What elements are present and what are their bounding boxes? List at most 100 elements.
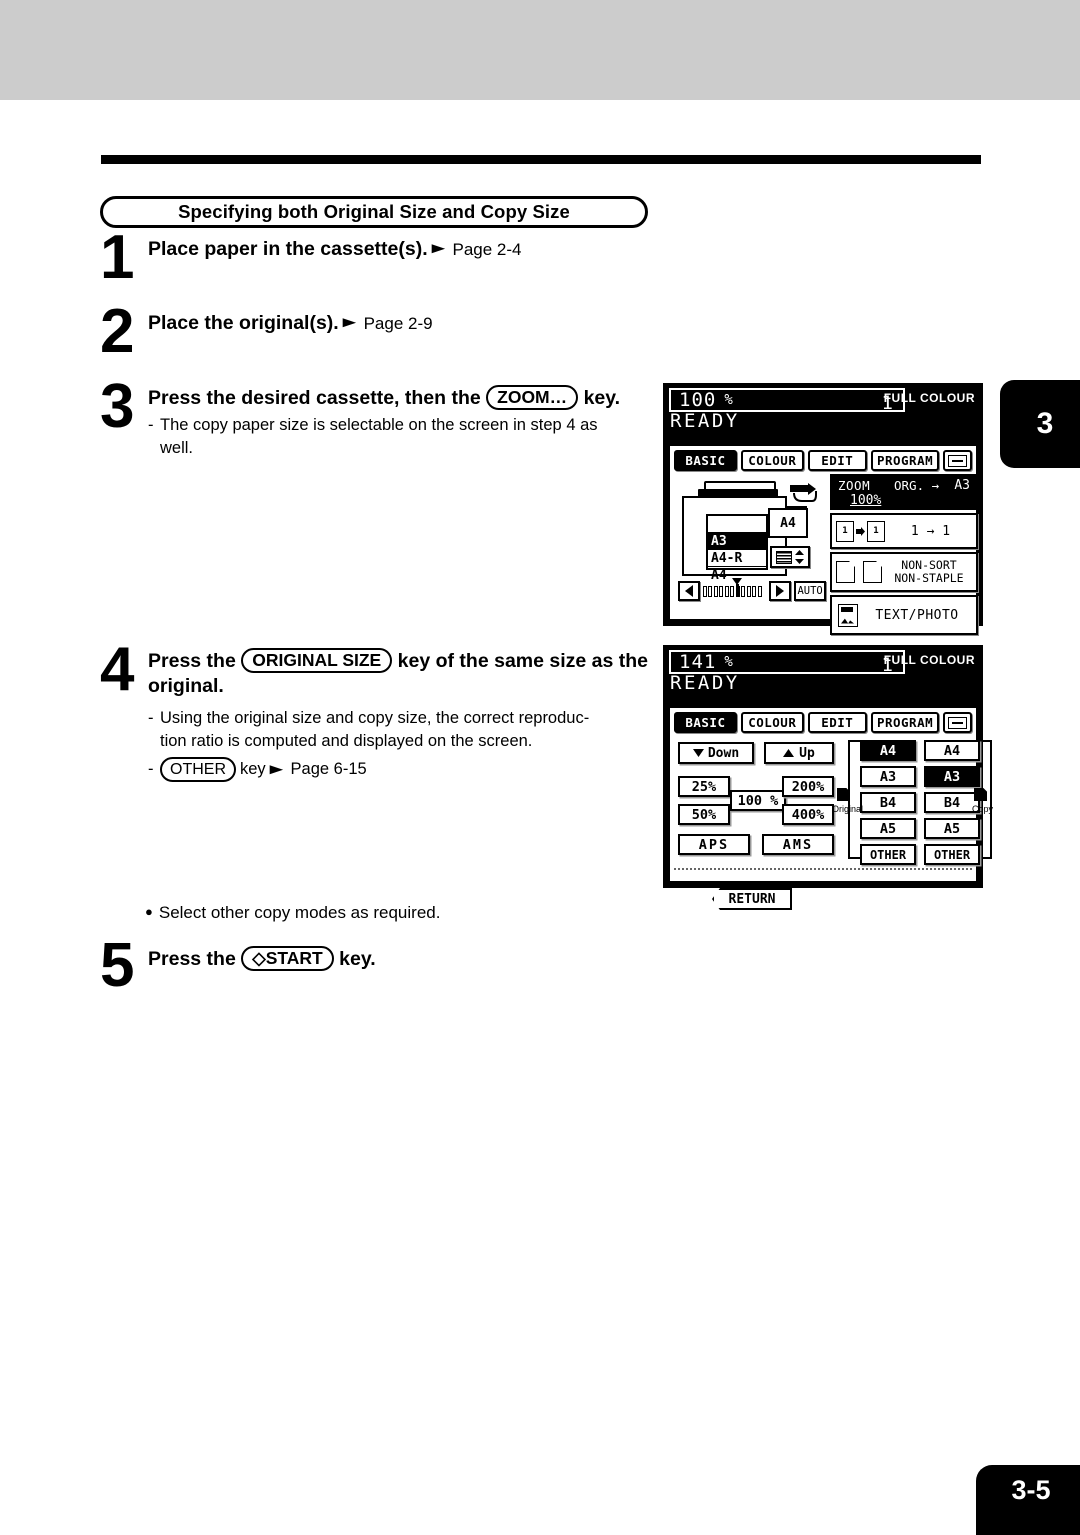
- lcd2-up-label: Up: [799, 745, 815, 761]
- page-top-band: [0, 0, 1080, 100]
- zoom-key[interactable]: ZOOM…: [486, 385, 579, 410]
- text-photo-icon: [838, 603, 858, 627]
- start-key-label: START: [265, 948, 323, 968]
- lcd1-cassette-a3[interactable]: A3: [708, 533, 766, 550]
- start-key[interactable]: ◇START: [241, 946, 334, 971]
- bullet-dot-icon: ●: [145, 904, 153, 919]
- step-4-note-line1: Using the original size and copy size, t…: [160, 709, 590, 727]
- original-sheet-icon: [837, 788, 850, 801]
- stack-lines-icon: [776, 550, 792, 564]
- lcd-screen-zoom: 141 % 1 FULL COLOUR READY BASIC COLOUR E…: [663, 645, 993, 910]
- lcd2-preset-400[interactable]: 400%: [782, 804, 834, 825]
- lcd1-cassette-a4r[interactable]: A4-R: [708, 550, 766, 567]
- lcd2-ratio-box: 141 % 1: [669, 650, 905, 676]
- lcd1-cassette-0[interactable]: [708, 516, 766, 533]
- step-3-note-line1: The copy paper size is selectable on the…: [160, 416, 598, 434]
- lcd1-tab-edit[interactable]: EDIT: [807, 450, 867, 471]
- lcd1-tab-colour[interactable]: COLOUR: [740, 450, 804, 471]
- lcd2-tab-program[interactable]: PROGRAM: [870, 712, 940, 733]
- lcd1-paper-source-area: A3 A4-R A4 A4 AUTO: [676, 476, 826, 616]
- lcd2-ratio-value: 141: [679, 651, 717, 673]
- lcd2-tab-colour[interactable]: COLOUR: [740, 712, 804, 733]
- step-3-note-line2: well.: [160, 439, 194, 457]
- lcd2-aps-button[interactable]: APS: [678, 834, 750, 855]
- start-key-glyph: ◇: [252, 948, 266, 968]
- step-2-title-text: Place the original(s).: [148, 312, 339, 334]
- lcd2-preset-200[interactable]: 200%: [782, 776, 834, 797]
- original-size-key[interactable]: ORIGINAL SIZE: [241, 648, 393, 673]
- lcd-screen-basic: 100 % 1 FULL COLOUR READY BASIC COLOUR E…: [663, 383, 983, 635]
- lcd2-original-a3[interactable]: A3: [860, 766, 916, 787]
- lcd1-paper-type-button[interactable]: [770, 546, 810, 568]
- lcd2-preset-25[interactable]: 25%: [678, 776, 730, 797]
- step-2-page-ref: Page 2-9: [363, 314, 433, 333]
- lcd2-copy-a4[interactable]: A4: [924, 740, 980, 761]
- lcd1-duplex-button[interactable]: 1 1 1 → 1: [830, 513, 978, 549]
- left-triangle-icon: [684, 585, 693, 597]
- lcd2-down-label: Down: [707, 745, 740, 761]
- step-3-title-after: key.: [583, 387, 621, 409]
- lcd2-original-label: Original: [832, 804, 864, 814]
- step-4-note2-word: key: [240, 760, 266, 778]
- lcd1-ratio-value: 100: [679, 389, 717, 411]
- lcd2-tab-settings-icon[interactable]: [943, 712, 973, 733]
- lcd1-tab-basic[interactable]: BASIC: [674, 450, 737, 471]
- lcd1-auto-density-button[interactable]: AUTO: [794, 581, 826, 601]
- right-triangle-icon: [776, 585, 785, 597]
- lcd2-down-button[interactable]: Down: [678, 742, 754, 764]
- step-4-number: 4: [100, 635, 135, 704]
- lcd2-original-b4[interactable]: B4: [860, 792, 916, 813]
- step-5-title-after: key.: [339, 948, 376, 970]
- lcd1-original-mode-button[interactable]: TEXT/PHOTO: [830, 595, 978, 635]
- step-1-number: 1: [100, 223, 135, 292]
- lcd1-body: BASIC COLOUR EDIT PROGRAM A3 A4-R A4 A4 …: [668, 444, 978, 635]
- other-key[interactable]: OTHER: [160, 757, 236, 782]
- lcd1-original-mode-label: TEXT/PHOTO: [875, 607, 959, 623]
- lcd1-tab-program[interactable]: PROGRAM: [870, 450, 940, 471]
- lcd2-original-a5[interactable]: A5: [860, 818, 916, 839]
- lcd2-copy-a3[interactable]: A3: [924, 766, 980, 787]
- step-5-title: Press the ◇START key.: [148, 946, 376, 972]
- lcd1-finishing-button[interactable]: NON-SORT NON-STAPLE: [830, 552, 978, 592]
- lcd2-preset-100[interactable]: 100 %: [730, 790, 786, 811]
- lcd1-zoom-button[interactable]: ZOOM ORG. → A3 100%: [830, 474, 978, 510]
- lcd2-copy-label: Copy: [972, 804, 994, 814]
- step-2-number: 2: [100, 297, 135, 366]
- lcd2-return-button[interactable]: RETURN: [712, 888, 792, 910]
- duplex-icons: 1 1: [836, 520, 889, 545]
- lcd2-body: BASIC COLOUR EDIT PROGRAM Down Up 25% 50…: [668, 706, 993, 910]
- header-rule: [101, 155, 981, 164]
- lcd1-duplex-label: 1 → 1: [910, 523, 951, 539]
- density-lighter-button[interactable]: [678, 581, 700, 601]
- bullet-dash: -: [148, 416, 154, 434]
- lcd2-copy-a5[interactable]: A5: [924, 818, 980, 839]
- lcd2-original-other[interactable]: OTHER: [860, 844, 916, 865]
- up-triangle-icon: [783, 749, 795, 757]
- lcd2-copy-other[interactable]: OTHER: [924, 844, 980, 865]
- pointer-arrow-icon: ►: [426, 240, 450, 257]
- step-3-number: 3: [100, 372, 135, 441]
- panel-icon: [948, 454, 968, 467]
- step-2-title: Place the original(s).► Page 2-9: [148, 310, 433, 336]
- lcd2-percent-sign: %: [724, 654, 733, 670]
- page-number-label: 3-5: [1011, 1475, 1051, 1505]
- lcd2-up-button[interactable]: Up: [764, 742, 834, 764]
- lcd2-original-a4[interactable]: A4: [860, 740, 916, 761]
- density-darker-button[interactable]: [769, 581, 792, 601]
- lcd1-cassette-list: A3 A4-R A4: [706, 514, 768, 583]
- step-1-page-ref: Page 2-4: [452, 240, 522, 259]
- step-4-note: - Using the original size and copy size, …: [148, 707, 668, 782]
- step-3-title-before: Press the desired cassette, then the: [148, 387, 481, 409]
- lcd1-function-buttons: ZOOM ORG. → A3 100% 1 1 1 → 1 NON-SORT N…: [830, 474, 978, 638]
- lcd1-zoom-dest: A3: [954, 478, 970, 493]
- lcd2-preset-50[interactable]: 50%: [678, 804, 730, 825]
- lcd1-bypass-size[interactable]: A4: [768, 508, 808, 538]
- bullet-dash: -: [148, 709, 154, 727]
- lcd1-tab-settings-icon[interactable]: [943, 450, 973, 471]
- lcd2-tab-basic[interactable]: BASIC: [674, 712, 737, 733]
- lcd2-ams-button[interactable]: AMS: [762, 834, 834, 855]
- lcd1-density-control: AUTO: [678, 578, 826, 602]
- lcd1-zoom-label: ZOOM: [838, 478, 871, 493]
- up-down-arrow-icon: [795, 550, 804, 564]
- lcd2-tab-edit[interactable]: EDIT: [807, 712, 867, 733]
